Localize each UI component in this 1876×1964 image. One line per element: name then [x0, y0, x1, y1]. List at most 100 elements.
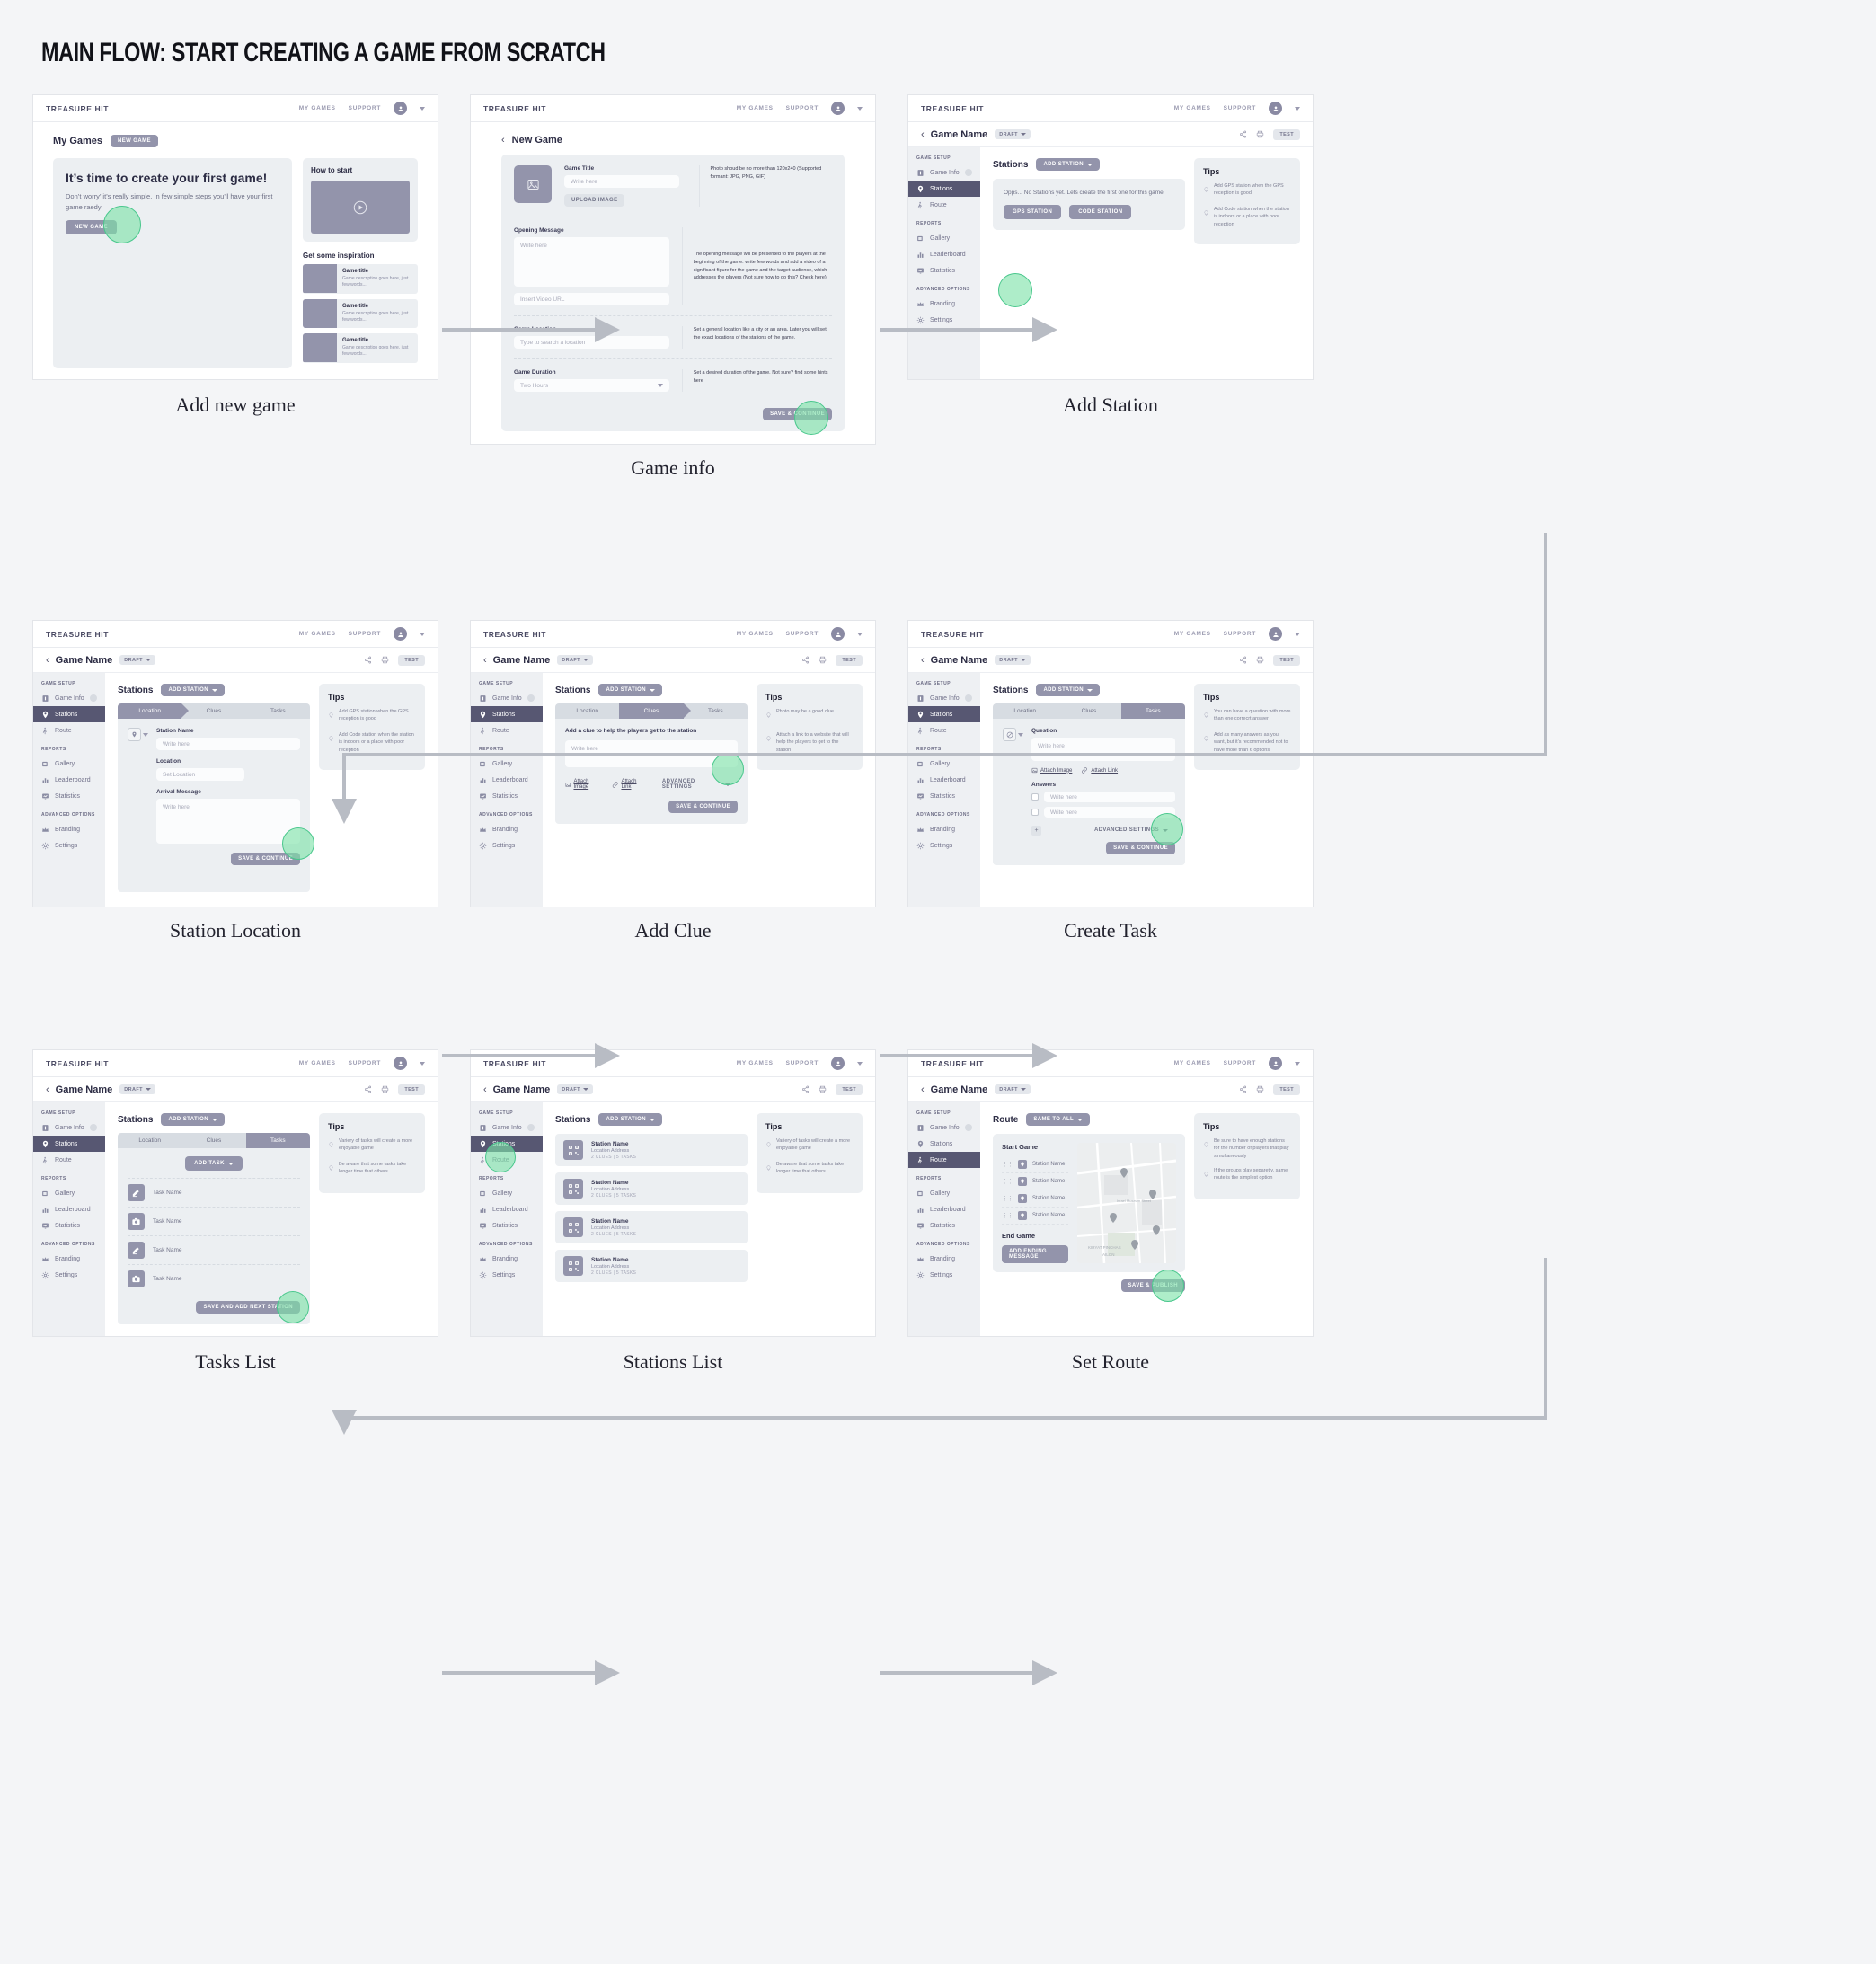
- hotspot-save-add-next[interactable]: [277, 1291, 309, 1323]
- sidebar-item-settings[interactable]: Settings: [908, 312, 980, 328]
- answer-input[interactable]: Write here: [1044, 792, 1175, 802]
- avatar[interactable]: [831, 102, 845, 115]
- nav-my-games[interactable]: MY GAMES: [299, 105, 336, 111]
- sidebar-item-settings[interactable]: Settings: [33, 837, 105, 854]
- sidebar-item-branding[interactable]: Branding: [908, 1251, 980, 1267]
- sidebar-item-statistics[interactable]: Statistics: [33, 788, 105, 804]
- test-button[interactable]: TEST: [1273, 128, 1300, 140]
- sidebar-item-branding[interactable]: Branding: [33, 1251, 105, 1267]
- sidebar-item-leaderboard[interactable]: Leaderboard: [33, 1201, 105, 1217]
- nav-support[interactable]: SUPPORT: [786, 105, 819, 111]
- avatar[interactable]: [394, 1057, 407, 1070]
- chevron-down-icon[interactable]: [420, 632, 425, 636]
- game-title-input[interactable]: Write here: [564, 175, 679, 188]
- sidebar-item-statistics[interactable]: Statistics: [471, 1217, 543, 1234]
- hotspot-save-continue[interactable]: [282, 827, 314, 860]
- hotspot-save-publish[interactable]: [1152, 1270, 1184, 1302]
- sidebar-item-gallery[interactable]: Gallery: [471, 1185, 543, 1201]
- sidebar-item-settings[interactable]: Settings: [471, 1267, 543, 1283]
- wizard-step-location[interactable]: Location: [993, 703, 1065, 719]
- sidebar-item-settings[interactable]: Settings: [908, 1267, 980, 1283]
- code-station-button[interactable]: CODE STATION: [1069, 205, 1132, 219]
- nav-support[interactable]: SUPPORT: [349, 1060, 381, 1066]
- test-button[interactable]: TEST: [1273, 1084, 1300, 1095]
- print-icon[interactable]: [819, 656, 827, 664]
- sidebar-item-leaderboard[interactable]: Leaderboard: [908, 772, 980, 788]
- nav-support[interactable]: SUPPORT: [786, 1060, 819, 1066]
- nav-support[interactable]: SUPPORT: [1224, 105, 1256, 111]
- share-icon[interactable]: [801, 656, 810, 664]
- nav-my-games[interactable]: MY GAMES: [299, 631, 336, 637]
- back-arrow-icon[interactable]: ‹: [46, 655, 49, 666]
- back-arrow-icon[interactable]: ‹: [483, 1084, 487, 1095]
- sidebar-item-branding[interactable]: Branding: [908, 821, 980, 837]
- wizard-step-clues[interactable]: Clues: [181, 703, 254, 719]
- save-continue-button[interactable]: SAVE & CONTINUE: [668, 801, 738, 813]
- sidebar-item-route[interactable]: Route: [908, 1152, 980, 1168]
- sidebar-item-game-info[interactable]: Game Info: [908, 164, 980, 181]
- sidebar-item-branding[interactable]: Branding: [33, 821, 105, 837]
- game-duration-select[interactable]: Two Hours: [514, 379, 669, 392]
- video-url-input[interactable]: Insert Video URL: [514, 293, 669, 305]
- back-arrow-icon[interactable]: ‹: [46, 1084, 49, 1095]
- task-row[interactable]: Task Name: [128, 1207, 300, 1235]
- nav-support[interactable]: SUPPORT: [1224, 631, 1256, 637]
- sidebar-item-statistics[interactable]: Statistics: [908, 788, 980, 804]
- add-station-button[interactable]: ADD STATION: [598, 1113, 662, 1126]
- inspiration-card[interactable]: Game title Game description goes here, j…: [303, 298, 418, 328]
- attach-link-button[interactable]: Attach Link: [612, 779, 646, 790]
- hotspot-sidebar-route[interactable]: [485, 1142, 516, 1172]
- sidebar-item-route[interactable]: Route: [908, 197, 980, 213]
- wizard-step-tasks[interactable]: Tasks: [1120, 703, 1185, 719]
- draft-badge[interactable]: DRAFT: [995, 655, 1031, 665]
- wizard-step-tasks[interactable]: Tasks: [683, 703, 748, 719]
- add-station-button[interactable]: ADD STATION: [161, 684, 225, 696]
- upload-image-button[interactable]: UPLOAD IMAGE: [564, 194, 625, 207]
- sidebar-item-game-info[interactable]: Game Info: [471, 690, 543, 706]
- print-icon[interactable]: [819, 1085, 827, 1093]
- sidebar-item-branding[interactable]: Branding: [908, 296, 980, 312]
- sidebar-item-route[interactable]: Route: [471, 722, 543, 739]
- answer-checkbox[interactable]: [1031, 793, 1039, 801]
- drag-handle-icon[interactable]: ⋮⋮: [1002, 1195, 1013, 1202]
- sidebar-item-stations[interactable]: Stations: [33, 706, 105, 722]
- print-icon[interactable]: [1256, 656, 1264, 664]
- sidebar-item-settings[interactable]: Settings: [471, 837, 543, 854]
- sidebar-item-gallery[interactable]: Gallery: [908, 1185, 980, 1201]
- sidebar-item-branding[interactable]: Branding: [471, 1251, 543, 1267]
- back-arrow-icon[interactable]: ‹: [501, 135, 505, 146]
- share-icon[interactable]: [1239, 130, 1247, 138]
- hotspot-save-continue[interactable]: [1151, 813, 1183, 845]
- add-station-button[interactable]: ADD STATION: [161, 1113, 225, 1126]
- test-button[interactable]: TEST: [836, 1084, 863, 1095]
- draft-badge[interactable]: DRAFT: [119, 655, 155, 665]
- chevron-down-icon[interactable]: [857, 632, 863, 636]
- add-task-button[interactable]: ADD TASK: [185, 1156, 243, 1171]
- draft-badge[interactable]: DRAFT: [119, 1084, 155, 1094]
- route-station-row[interactable]: ⋮⋮ Station Name: [1002, 1208, 1068, 1225]
- chevron-down-icon[interactable]: [1295, 1061, 1300, 1066]
- nav-my-games[interactable]: MY GAMES: [1174, 631, 1211, 637]
- sidebar-item-stations[interactable]: Stations: [33, 1136, 105, 1152]
- avatar[interactable]: [831, 627, 845, 641]
- avatar[interactable]: [1269, 627, 1282, 641]
- hotspot-gps-station[interactable]: [998, 273, 1032, 307]
- chevron-down-icon[interactable]: [420, 106, 425, 111]
- attach-link-button[interactable]: Attach Link: [1081, 767, 1118, 774]
- wizard-step-clues[interactable]: Clues: [619, 703, 692, 719]
- sidebar-item-statistics[interactable]: Statistics: [908, 262, 980, 279]
- share-icon[interactable]: [1239, 656, 1247, 664]
- sidebar-item-route[interactable]: Route: [33, 722, 105, 739]
- drag-handle-icon[interactable]: ⋮⋮: [1002, 1161, 1013, 1168]
- arrival-message-textarea[interactable]: Write here: [156, 799, 300, 844]
- add-station-button[interactable]: ADD STATION: [598, 684, 662, 696]
- sidebar-item-statistics[interactable]: Statistics: [471, 788, 543, 804]
- test-button[interactable]: TEST: [1273, 654, 1300, 666]
- sidebar-item-settings[interactable]: Settings: [33, 1267, 105, 1283]
- wizard-step-clues[interactable]: Clues: [1057, 703, 1129, 719]
- sidebar-item-settings[interactable]: Settings: [908, 837, 980, 854]
- game-image-placeholder[interactable]: [514, 165, 552, 203]
- station-type-select[interactable]: [128, 728, 148, 741]
- sidebar-item-stations[interactable]: Stations: [908, 706, 980, 722]
- sidebar-item-gallery[interactable]: Gallery: [908, 756, 980, 772]
